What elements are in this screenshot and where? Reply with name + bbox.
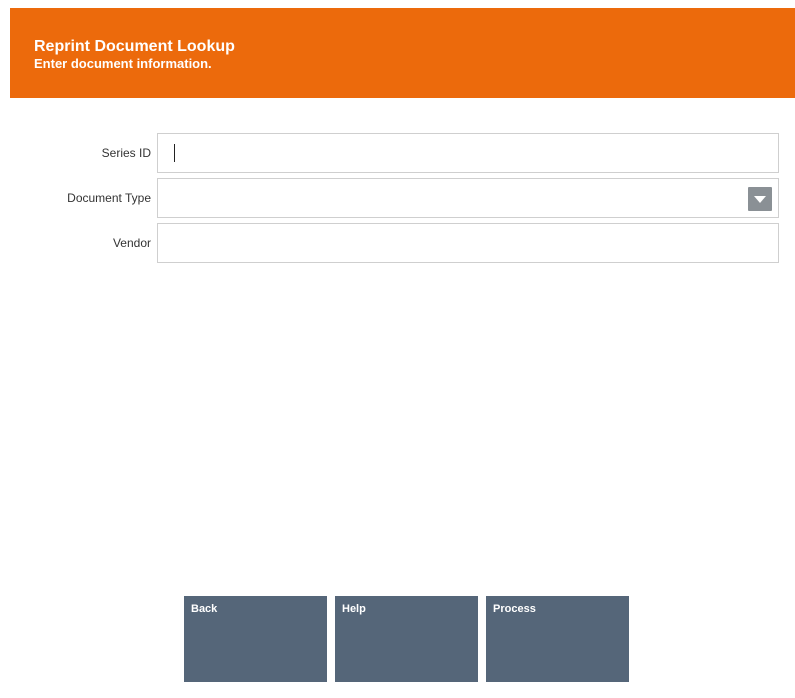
document-type-value[interactable] <box>158 179 778 217</box>
process-button[interactable]: Process <box>486 596 629 682</box>
page-title: Reprint Document Lookup <box>34 38 235 55</box>
back-button[interactable]: Back <box>184 596 327 682</box>
header-bar: Reprint Document Lookup Enter document i… <box>10 8 795 98</box>
series-id-field-box[interactable] <box>157 133 779 173</box>
help-button[interactable]: Help <box>335 596 478 682</box>
document-type-row: Document Type <box>10 178 785 218</box>
document-type-label: Document Type <box>67 191 151 205</box>
series-id-row: Series ID <box>10 133 785 173</box>
vendor-row: Vendor <box>10 223 785 263</box>
vendor-field-box[interactable] <box>157 223 779 263</box>
series-id-label: Series ID <box>101 146 151 160</box>
app-window: Reprint Document Lookup Enter document i… <box>0 0 795 698</box>
series-id-input[interactable] <box>158 134 778 172</box>
vendor-label: Vendor <box>112 236 151 250</box>
vendor-input[interactable] <box>158 224 778 262</box>
page-subtitle: Enter document information. <box>34 56 212 71</box>
document-type-select[interactable] <box>157 178 779 218</box>
chevron-down-icon[interactable] <box>748 187 772 211</box>
text-caret <box>174 144 175 162</box>
